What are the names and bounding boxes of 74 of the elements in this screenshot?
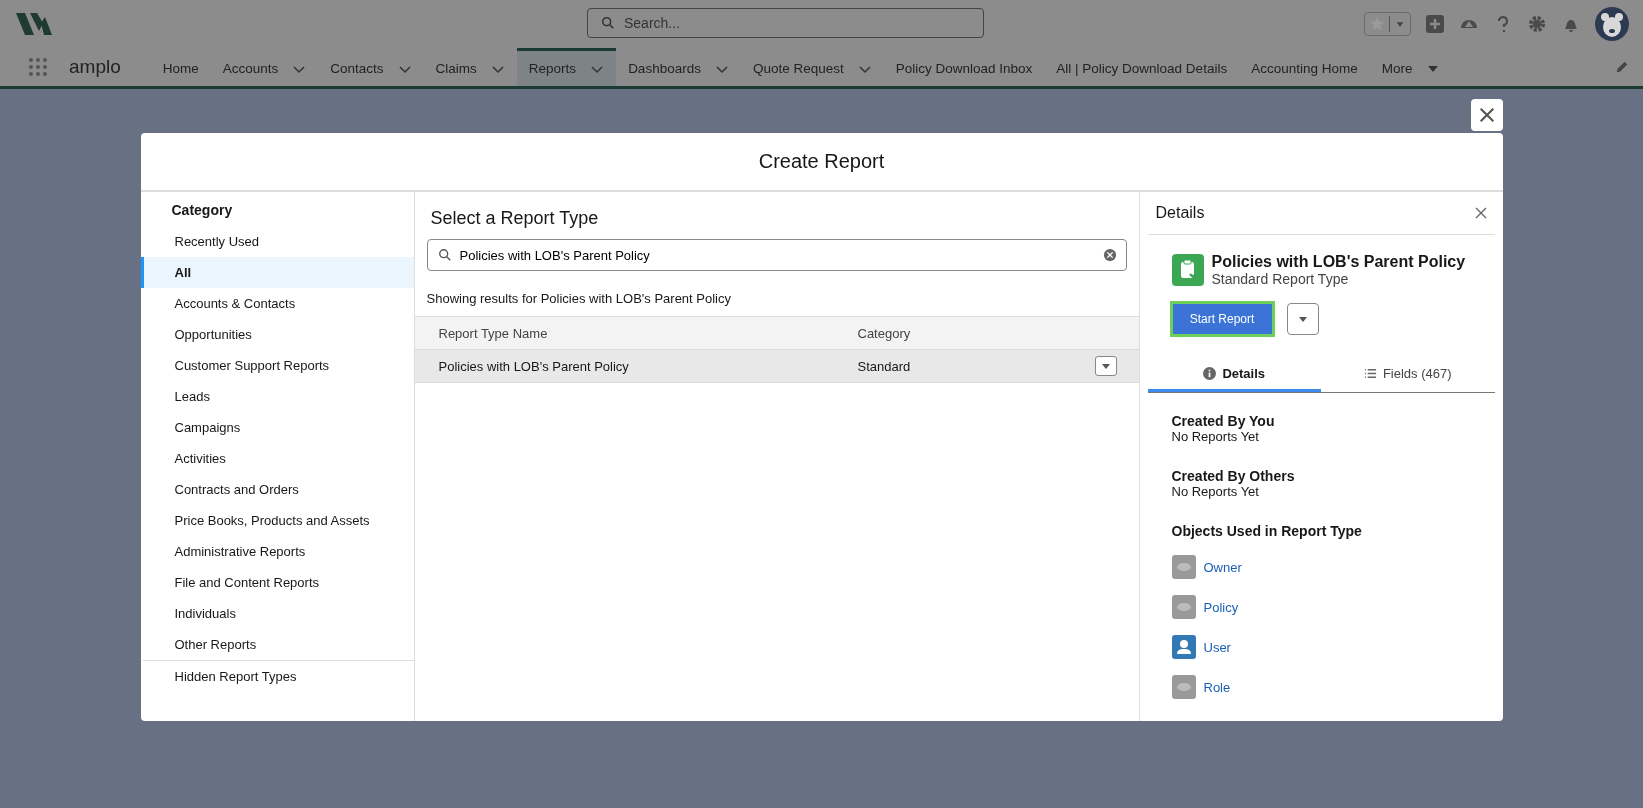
cloud-icon [1171, 595, 1196, 619]
nav-tab[interactable]: Claims [423, 48, 517, 86]
category-item[interactable]: Opportunities [140, 319, 414, 350]
close-icon [1477, 106, 1496, 124]
results-note: Showing results for Policies with LOB's Parent Policy [425, 290, 732, 308]
clear-icon[interactable] [1102, 248, 1117, 262]
category-item[interactable]: Recently Used [140, 226, 414, 257]
close-button[interactable] [1470, 99, 1503, 131]
app-name: amplo [69, 56, 121, 78]
category-item[interactable]: Other Reports [140, 629, 414, 660]
nav-tab[interactable]: Quote Request [740, 48, 884, 86]
section-text: No Reports Yet [1171, 484, 1260, 499]
nav-tab[interactable]: Accounts [210, 48, 319, 86]
category-item[interactable]: Campaigns [140, 412, 414, 443]
nav-tab[interactable]: Policy Download Inbox [883, 48, 1045, 86]
details-tab[interactable]: Details [1147, 357, 1321, 392]
list-icon [1363, 366, 1377, 380]
category-item[interactable]: Activities [140, 443, 414, 474]
nav-tab[interactable]: All | Policy Download Details [1044, 48, 1240, 86]
table-cell-text: Policies with LOB's Parent Policy [437, 358, 630, 374]
cloud-icon [1171, 675, 1196, 699]
section-heading: Created By Others [1171, 468, 1296, 484]
category-item[interactable]: Leads [140, 381, 414, 412]
column-header: Category [857, 325, 912, 341]
info-icon [1203, 366, 1217, 380]
report-type-subtitle: Standard Report Type [1211, 271, 1350, 287]
app-launcher-icon[interactable] [28, 57, 48, 77]
report-type-search-field[interactable]: Policies with LOB's Parent Policy [426, 239, 1127, 271]
dialog-title: Create Report [140, 133, 1503, 192]
details-tab[interactable]: Fields (467) [1321, 357, 1495, 392]
section-title: Select a Report Type [429, 207, 600, 230]
row-menu-button[interactable] [1094, 356, 1117, 376]
avatar-icon[interactable] [1595, 7, 1629, 41]
table-cell-text: Standard [857, 358, 912, 374]
search-field[interactable]: Search... [587, 8, 984, 38]
object-link[interactable]: Owner [1203, 559, 1242, 575]
category-item[interactable]: Accounts & Contacts [140, 288, 414, 319]
search-icon [437, 248, 452, 262]
nav-tab[interactable]: Accounting Home [1239, 48, 1370, 86]
close-icon[interactable] [1474, 207, 1487, 219]
section-heading: Objects Used in Report Type [1171, 523, 1363, 539]
category-item[interactable]: Price Books, Products and Assets [140, 505, 414, 536]
nav-tab[interactable]: More [1369, 48, 1453, 86]
category-item[interactable]: File and Content Reports [140, 567, 414, 598]
column-header: Report Type Name [437, 325, 549, 341]
category-item[interactable]: Customer Support Reports [140, 350, 414, 381]
user-icon [1171, 635, 1196, 659]
object-link[interactable]: Role [1203, 679, 1231, 695]
category-item[interactable]: Hidden Report Types [140, 660, 414, 692]
search-icon [601, 16, 615, 30]
plus-icon[interactable] [1425, 14, 1445, 34]
nav-tab[interactable]: Contacts [318, 48, 424, 86]
panel-title: Details [1155, 204, 1205, 222]
category-item[interactable]: All [140, 257, 414, 288]
settings-icon[interactable] [1527, 14, 1547, 34]
nav-tab[interactable]: Reports [516, 48, 617, 86]
more-actions-button[interactable] [1286, 303, 1319, 335]
object-link[interactable]: User [1203, 639, 1231, 655]
section-heading: Created By You [1171, 413, 1276, 429]
cloud-icon [1171, 555, 1196, 579]
nav-tab[interactable]: Dashboards [616, 48, 741, 86]
category-item[interactable]: Administrative Reports [140, 536, 414, 567]
edit-icon[interactable] [1615, 60, 1629, 74]
category-item[interactable]: Individuals [140, 598, 414, 629]
report-type-icon [1171, 254, 1204, 286]
start-report-button[interactable]: Start Report [1169, 301, 1275, 337]
category-item[interactable]: Contracts and Orders [140, 474, 414, 505]
category-heading: Category [170, 201, 234, 220]
section-text: No Reports Yet [1171, 429, 1260, 444]
report-type-name: Policies with LOB's Parent Policy [1211, 253, 1466, 271]
favorites-button[interactable] [1364, 12, 1411, 36]
object-link[interactable]: Policy [1203, 599, 1239, 615]
table-row[interactable]: Policies with LOB's Parent Policy Standard [414, 350, 1139, 383]
nav-tab[interactable]: Home [150, 48, 211, 86]
